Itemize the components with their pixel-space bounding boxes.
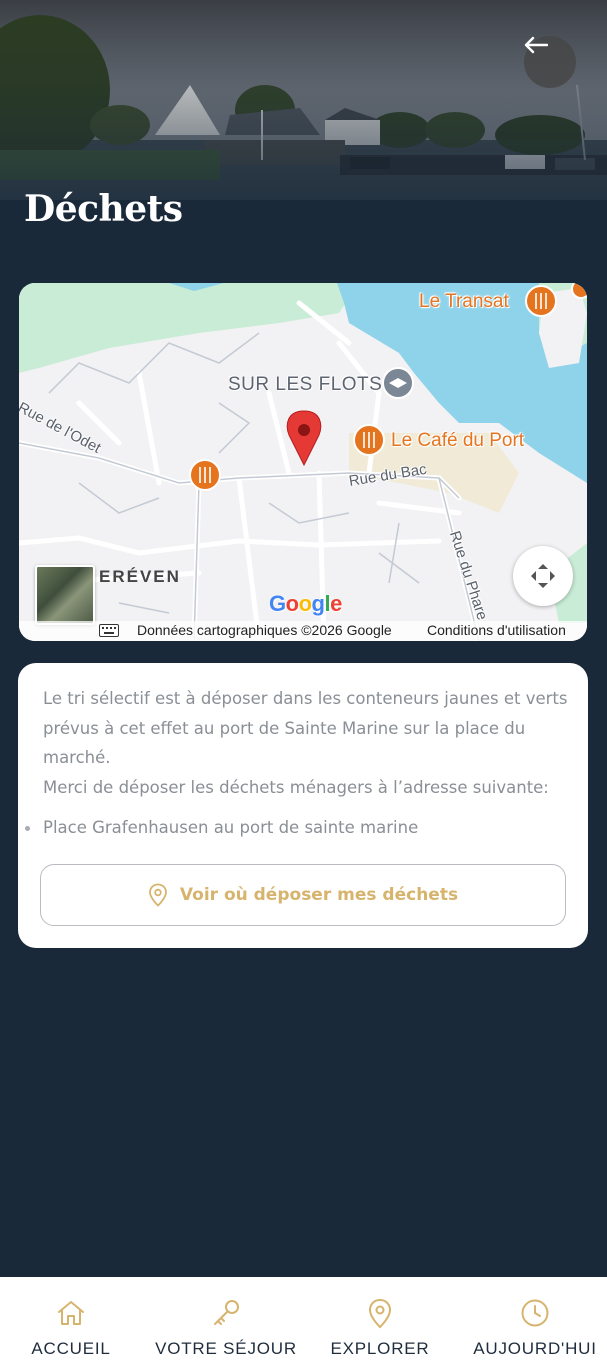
household-waste-text: Merci de déposer les déchets ménagers à … <box>43 778 549 797</box>
satellite-toggle[interactable] <box>35 565 95 625</box>
map-view[interactable]: Le Transat SUR LES FLOTS Le Café du Port… <box>19 283 587 641</box>
move-arrows-icon <box>531 564 555 588</box>
home-icon <box>58 1301 84 1325</box>
district-label: ERÉVEN <box>99 567 181 586</box>
page-title: Déchets <box>24 188 183 230</box>
map-pin-icon <box>368 1298 392 1329</box>
bullet-icon <box>25 826 30 831</box>
map-attribution-bar: Données cartographiques ©2026 Google Con… <box>19 621 587 641</box>
google-logo: Google <box>269 591 342 616</box>
address-list: Place Grafenhausen au port de sainte mar… <box>25 813 419 843</box>
info-card: Le tri sélectif est à déposer dans les c… <box>18 663 588 948</box>
map-data-credit: Données cartographiques ©2026 Google <box>137 622 392 638</box>
poi-label-school[interactable]: SUR LES FLOTS <box>228 374 382 396</box>
map-pin-icon <box>149 883 167 907</box>
list-item: Place Grafenhausen au port de sainte mar… <box>25 813 419 843</box>
keyboard-icon[interactable] <box>99 624 119 637</box>
terms-link[interactable]: Conditions d'utilisation <box>427 622 566 638</box>
nav-item-stay[interactable]: VOTRE SÉJOUR <box>155 1277 296 1371</box>
show-drop-off-label: Voir où déposer mes déchets <box>179 885 459 905</box>
list-item-text: Place Grafenhausen au port de sainte mar… <box>43 818 419 837</box>
arrow-left-icon <box>524 36 548 54</box>
bottom-navigation: ACCUEIL VOTRE SÉJOUR EXPLORER AUJOURD'HU… <box>0 1277 607 1371</box>
show-drop-off-button[interactable]: Voir où déposer mes déchets <box>40 864 566 926</box>
recycling-text: Le tri sélectif est à déposer dans les c… <box>43 689 568 767</box>
nav-label-explore: EXPLORER <box>330 1339 430 1358</box>
map-tiles <box>19 283 587 641</box>
nav-label-today: AUJOURD'HUI <box>473 1339 597 1358</box>
back-button[interactable] <box>524 36 576 88</box>
hero-banner: Déchets <box>0 0 607 262</box>
clock-icon <box>521 1299 549 1327</box>
fullscreen-button[interactable] <box>513 546 573 606</box>
nav-item-home[interactable]: ACCUEIL <box>31 1277 111 1371</box>
nav-item-today[interactable]: AUJOURD'HUI <box>473 1277 596 1371</box>
poi-label-cafe[interactable]: Le Café du Port <box>391 430 524 452</box>
poi-label-transat[interactable]: Le Transat <box>419 291 509 313</box>
nav-label-home: ACCUEIL <box>31 1339 111 1358</box>
key-icon <box>214 1300 239 1325</box>
nav-label-stay: VOTRE SÉJOUR <box>155 1339 297 1358</box>
nav-item-explore[interactable]: EXPLORER <box>331 1277 429 1371</box>
